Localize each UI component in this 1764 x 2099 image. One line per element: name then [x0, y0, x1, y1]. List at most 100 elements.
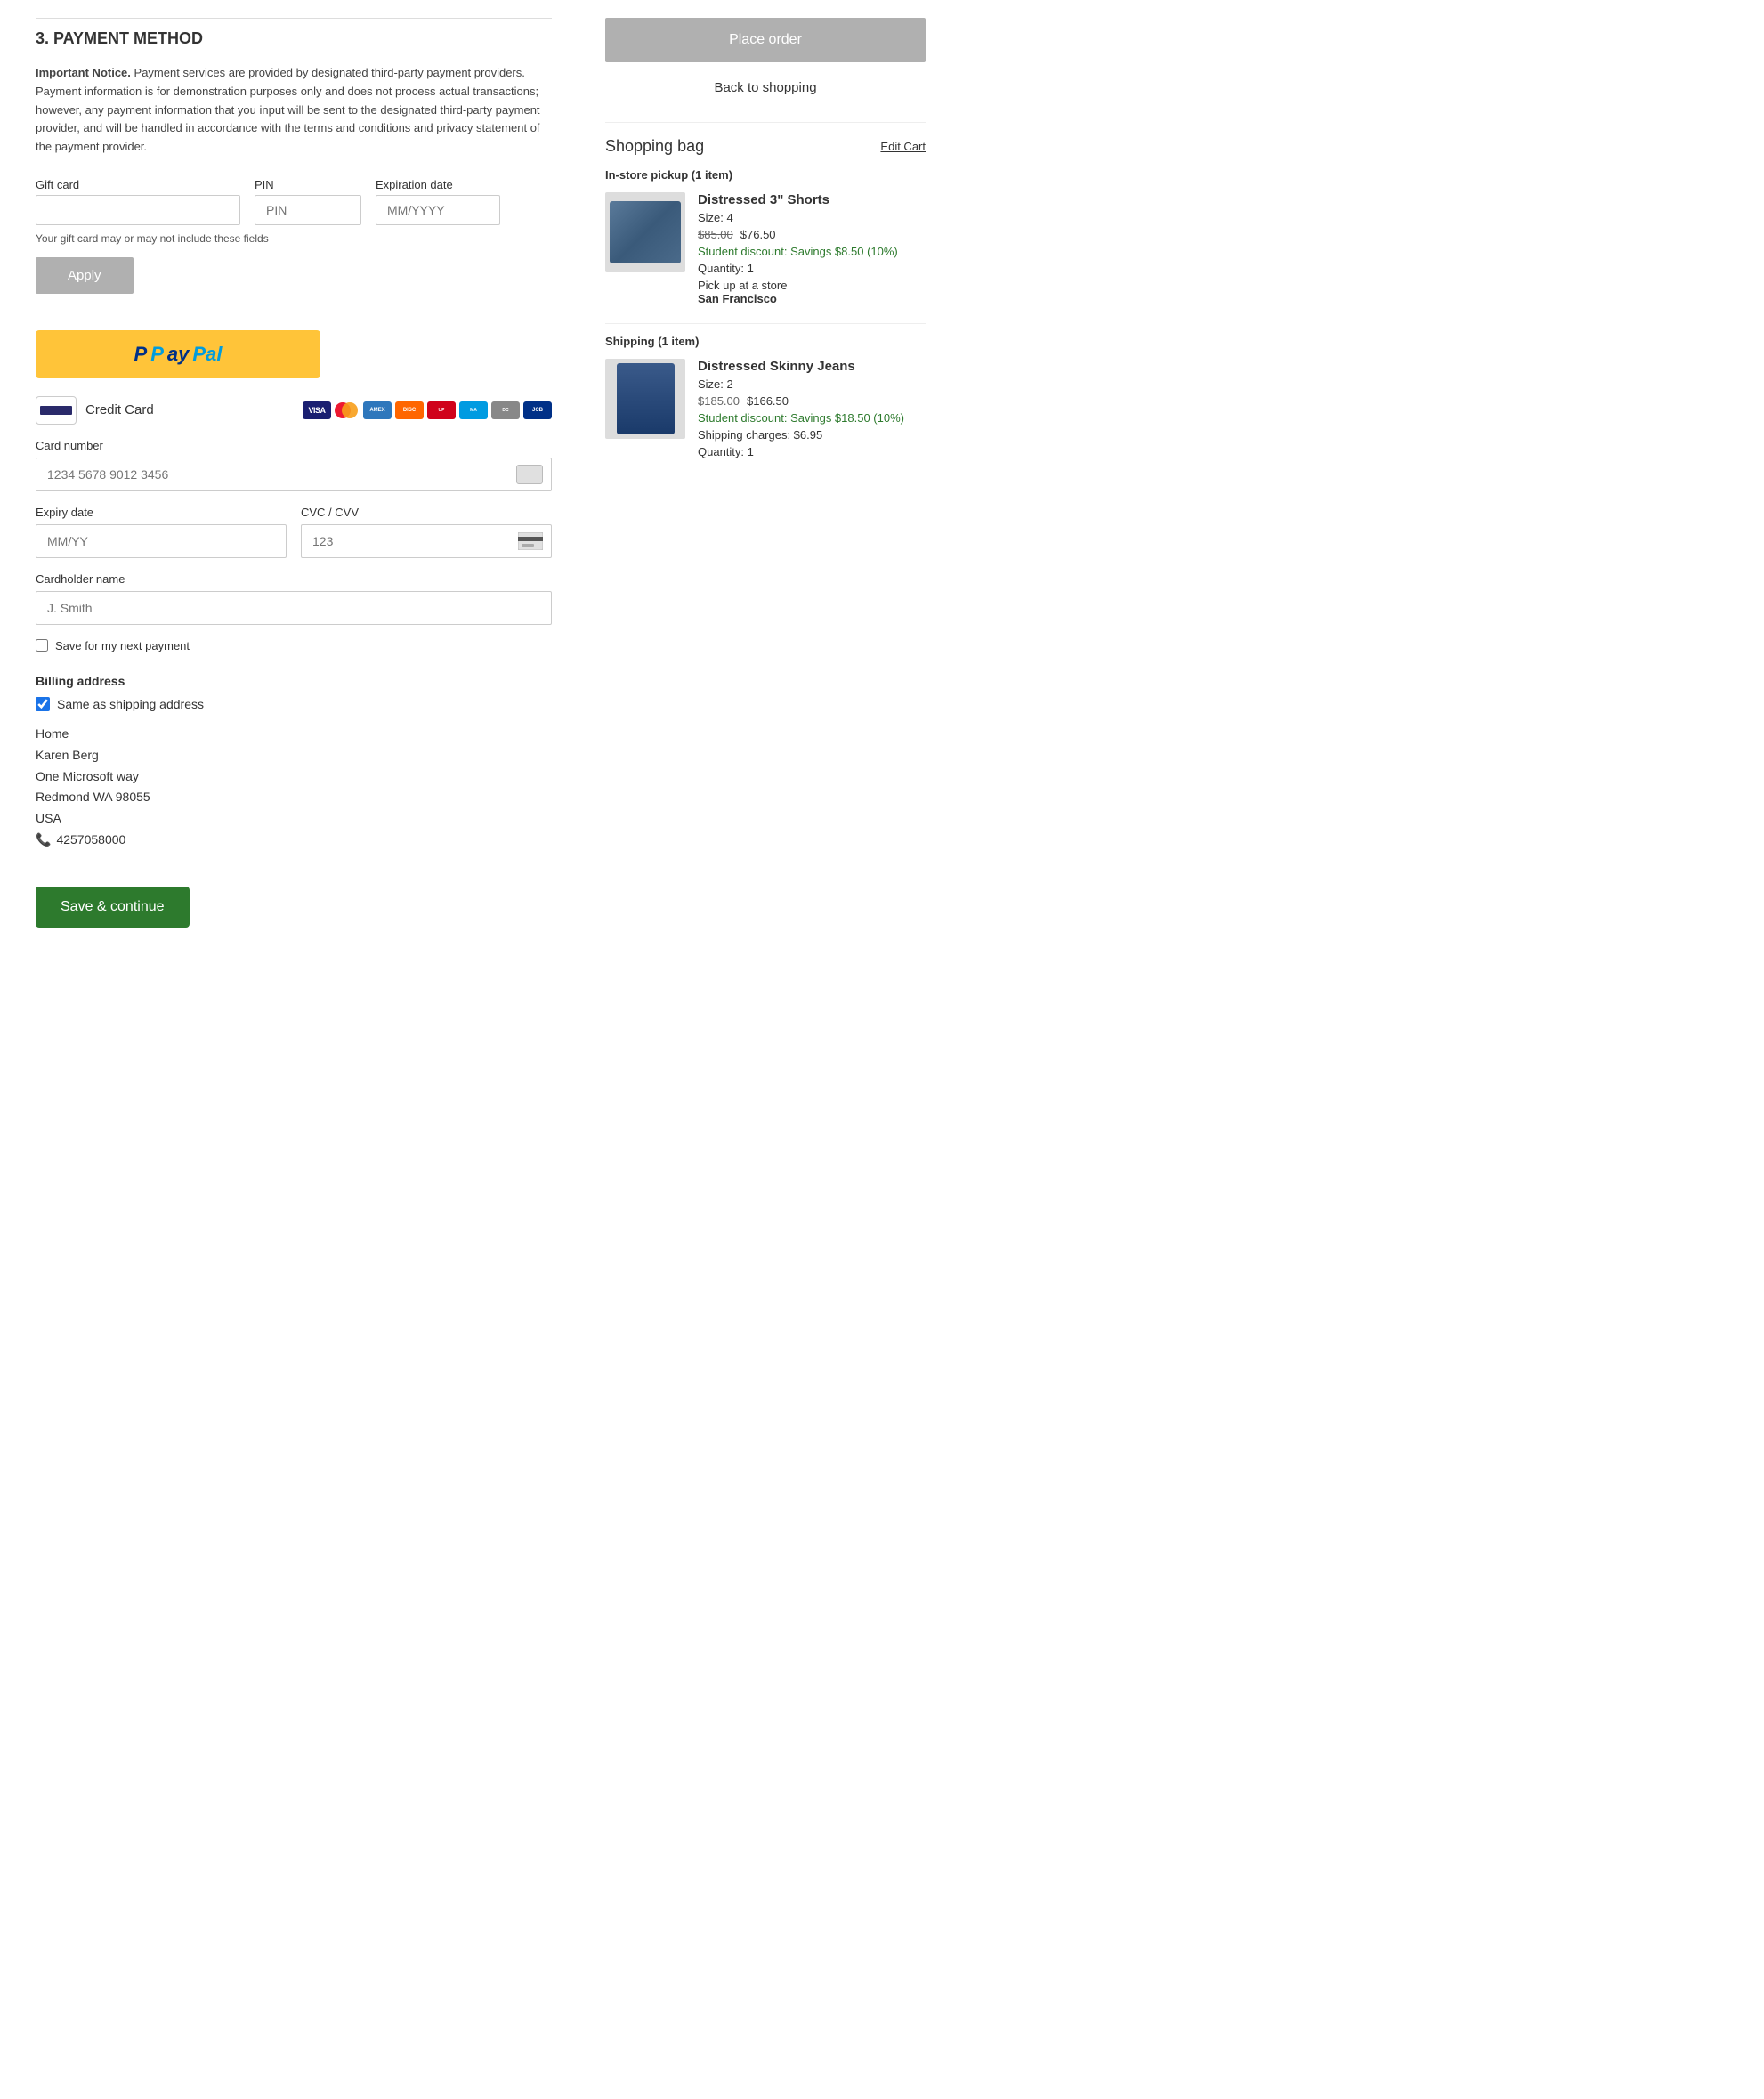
- expiration-label: Expiration date: [376, 178, 500, 191]
- cvc-label: CVC / CVV: [301, 506, 552, 519]
- credit-card-label: Credit Card: [85, 402, 154, 417]
- expiry-label: Expiry date: [36, 506, 287, 519]
- item2-image: [605, 359, 685, 439]
- left-panel: 3. PAYMENT METHOD Important Notice. Paym…: [36, 18, 552, 928]
- address-street: One Microsoft way: [36, 766, 552, 788]
- place-order-button[interactable]: Place order: [605, 18, 926, 62]
- cardholder-label: Cardholder name: [36, 572, 552, 586]
- paypal-p2: P: [150, 343, 164, 366]
- edit-cart-link[interactable]: Edit Cart: [880, 140, 926, 153]
- phone-row: 📞 4257058000: [36, 830, 552, 851]
- discover-icon: DISC: [395, 401, 424, 419]
- expiry-input[interactable]: [36, 524, 287, 558]
- item2-shipping-charges: Shipping charges: $6.95: [698, 428, 926, 442]
- gift-card-label: Gift card: [36, 178, 240, 191]
- item1-details: Distressed 3" Shorts Size: 4 $85.00 $76.…: [698, 192, 926, 305]
- address-block: Home Karen Berg One Microsoft way Redmon…: [36, 724, 552, 851]
- save-payment-row: Save for my next payment: [36, 639, 552, 652]
- credit-card-section: Credit Card VISA AMEX DISC UP MA DC JCB …: [36, 396, 552, 652]
- back-to-shopping-link[interactable]: Back to shopping: [605, 80, 926, 95]
- card-chip-icon: [516, 465, 543, 484]
- address-city-state: Redmond WA 98055: [36, 787, 552, 808]
- item2-discount: Student discount: Savings $18.50 (10%): [698, 411, 926, 425]
- item1-pickup-store: San Francisco: [698, 292, 926, 305]
- maestro-icon: MA: [459, 401, 488, 419]
- shopping-bag-title: Shopping bag: [605, 137, 704, 156]
- unionpay-icon: UP: [427, 401, 456, 419]
- gift-card-section: Gift card PIN Expiration date Your gift …: [36, 178, 552, 294]
- same-address-row: Same as shipping address: [36, 697, 552, 711]
- item2-size: Size: 2: [698, 377, 926, 391]
- phone-number: 4257058000: [56, 830, 125, 851]
- expiry-field: Expiry date: [36, 506, 287, 558]
- gift-card-field-group: Gift card: [36, 178, 240, 225]
- address-country: USA: [36, 808, 552, 830]
- item2-quantity: Quantity: 1: [698, 445, 926, 458]
- item1-size: Size: 4: [698, 211, 926, 224]
- item1-pickup-label: Pick up at a store: [698, 279, 926, 292]
- pin-input[interactable]: [255, 195, 361, 225]
- gift-card-note: Your gift card may or may not include th…: [36, 232, 552, 245]
- address-type: Home: [36, 724, 552, 745]
- cvc-input[interactable]: [301, 524, 552, 558]
- page-container: 3. PAYMENT METHOD Important Notice. Paym…: [0, 0, 1764, 945]
- diners-icon: DC: [491, 401, 520, 419]
- billing-title: Billing address: [36, 674, 552, 688]
- phone-icon: 📞: [36, 830, 51, 851]
- credit-card-icon-box: [36, 396, 77, 425]
- expiration-field-group: Expiration date: [376, 178, 500, 225]
- apply-button[interactable]: Apply: [36, 257, 134, 294]
- cart-item-1: Distressed 3" Shorts Size: 4 $85.00 $76.…: [605, 192, 926, 305]
- save-continue-button[interactable]: Save & continue: [36, 887, 190, 928]
- cardholder-field: Cardholder name: [36, 572, 552, 625]
- card-logos: VISA AMEX DISC UP MA DC JCB: [303, 401, 552, 419]
- cvc-field: CVC / CVV: [301, 506, 552, 558]
- cardholder-input[interactable]: [36, 591, 552, 625]
- paypal-wordmark2: Pal: [192, 343, 222, 366]
- pin-label: PIN: [255, 178, 361, 191]
- right-panel: Place order Back to shopping Shopping ba…: [587, 18, 926, 928]
- shopping-bag-section: Shopping bag Edit Cart In-store pickup (…: [605, 122, 926, 462]
- same-address-label: Same as shipping address: [57, 697, 204, 711]
- address-name: Karen Berg: [36, 745, 552, 766]
- item2-original-price: $185.00: [698, 394, 740, 408]
- save-payment-label: Save for my next payment: [55, 639, 190, 652]
- card-number-input[interactable]: [36, 458, 552, 491]
- item1-price-row: $85.00 $76.50: [698, 228, 926, 241]
- card-number-label: Card number: [36, 439, 552, 452]
- expiry-cvc-row: Expiry date CVC / CVV: [36, 506, 552, 572]
- card-number-wrapper: [36, 458, 552, 491]
- amex-icon: AMEX: [363, 401, 392, 419]
- same-address-checkbox[interactable]: [36, 697, 50, 711]
- section-heading: 3. PAYMENT METHOD: [36, 18, 552, 48]
- shipping-label: Shipping (1 item): [605, 323, 926, 348]
- item2-price-row: $185.00 $166.50: [698, 394, 926, 408]
- paypal-logo: P P ay Pal: [134, 343, 223, 366]
- important-notice: Important Notice. Payment services are p…: [36, 64, 552, 157]
- shorts-image: [610, 201, 681, 263]
- mastercard-icon: [335, 402, 360, 418]
- pin-field-group: PIN: [255, 178, 361, 225]
- cvc-card-icon: [518, 532, 543, 550]
- item2-sale-price: $166.50: [747, 394, 789, 408]
- credit-card-header: Credit Card VISA AMEX DISC UP MA DC JCB: [36, 396, 552, 425]
- gift-card-input[interactable]: [36, 195, 240, 225]
- item2-details: Distressed Skinny Jeans Size: 2 $185.00 …: [698, 359, 926, 462]
- item1-sale-price: $76.50: [740, 228, 776, 241]
- cart-item-2: Distressed Skinny Jeans Size: 2 $185.00 …: [605, 359, 926, 462]
- shopping-bag-header: Shopping bag Edit Cart: [605, 137, 926, 156]
- card-number-field: Card number: [36, 439, 552, 491]
- item1-image: [605, 192, 685, 272]
- jeans-image: [617, 363, 675, 434]
- notice-label: Important Notice.: [36, 66, 131, 79]
- save-payment-checkbox[interactable]: [36, 639, 48, 652]
- gift-card-fields: Gift card PIN Expiration date: [36, 178, 552, 225]
- cvc-wrapper: [301, 524, 552, 558]
- paypal-button[interactable]: P P ay Pal: [36, 330, 320, 378]
- gift-card-expiry-input[interactable]: [376, 195, 500, 225]
- item1-store-name: San Francisco: [698, 292, 777, 305]
- item1-discount: Student discount: Savings $8.50 (10%): [698, 245, 926, 258]
- instore-pickup-label: In-store pickup (1 item): [605, 168, 926, 182]
- item2-name: Distressed Skinny Jeans: [698, 359, 926, 374]
- item1-name: Distressed 3" Shorts: [698, 192, 926, 207]
